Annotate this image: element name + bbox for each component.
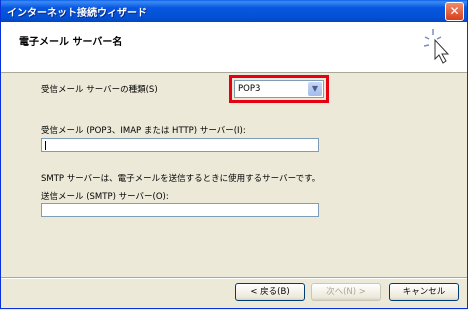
wizard-header: 電子メール サーバー名: [1, 22, 467, 73]
window-title: インターネット接続ウィザード: [7, 8, 147, 19]
footer-divider: [1, 277, 467, 279]
highlight-box: [229, 75, 329, 103]
wizard-cursor-icon: [423, 29, 450, 64]
close-button[interactable]: ✕: [445, 2, 464, 21]
title-bar[interactable]: インターネット接続ウィザード ✕: [1, 0, 467, 22]
smtp-description: SMTP サーバーは、電子メールを送信するときに使用するサーバーです。: [41, 174, 321, 184]
back-button[interactable]: < 戻る(B): [235, 283, 305, 301]
incoming-server-input[interactable]: [41, 138, 319, 152]
outgoing-server-input[interactable]: [41, 203, 319, 217]
server-type-label: 受信メール サーバーの種類(S): [41, 85, 158, 95]
incoming-server-label: 受信メール (POP3、IMAP または HTTP) サーバー(I):: [41, 126, 246, 136]
text-caret: [45, 141, 46, 150]
cancel-button[interactable]: キャンセル: [389, 283, 459, 301]
outgoing-server-label: 送信メール (SMTP) サーバー(O):: [41, 192, 169, 202]
page-title: 電子メール サーバー名: [19, 37, 123, 48]
wizard-window: インターネット接続ウィザード ✕ 電子メール サーバー名 受信メール サーバーの…: [0, 0, 468, 309]
next-button[interactable]: 次へ(N) >: [311, 283, 381, 301]
